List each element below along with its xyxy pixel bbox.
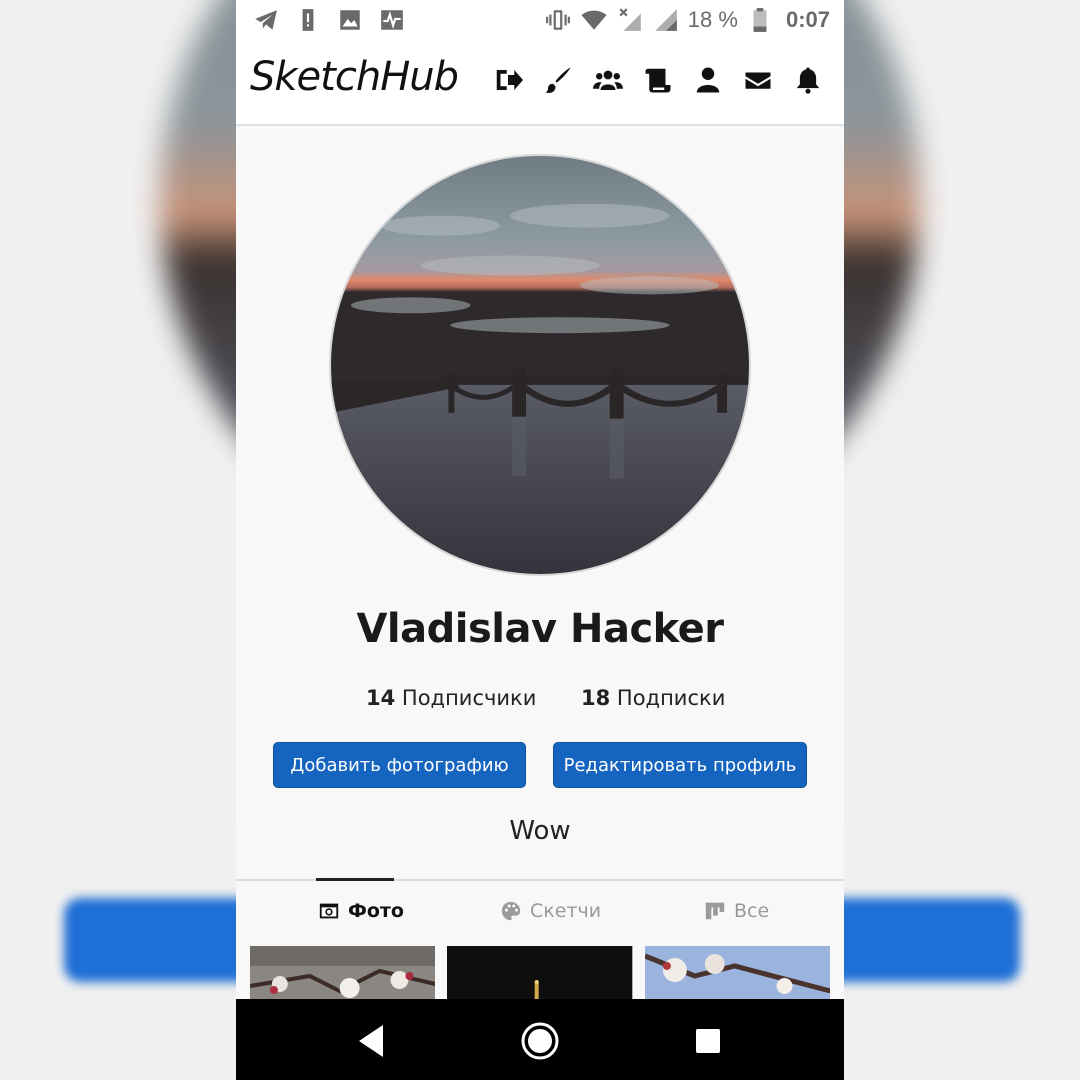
- alert-icon: [294, 6, 322, 34]
- app-logo[interactable]: SketchHub: [250, 54, 459, 100]
- header-nav: [492, 64, 824, 96]
- scroll-icon[interactable]: [642, 64, 674, 96]
- status-clock: 0:07: [785, 7, 830, 32]
- following-label: Подписки: [616, 686, 726, 710]
- vibrate-icon: [544, 6, 572, 34]
- photo-grid: [250, 946, 830, 1000]
- bell-icon[interactable]: [792, 64, 824, 96]
- following-count: 18: [581, 686, 611, 710]
- telegram-icon: [252, 6, 280, 34]
- profile-stats: 14 Подписчики 18 Подписки: [236, 686, 844, 716]
- battery-icon: [746, 6, 774, 34]
- tab-all-label: Все: [734, 900, 770, 922]
- image-icon: [336, 6, 364, 34]
- brush-icon[interactable]: [542, 64, 574, 96]
- profile-avatar[interactable]: [329, 154, 751, 576]
- battery-percentage: 18 %: [687, 7, 738, 32]
- wifi-icon: [580, 6, 608, 34]
- home-icon[interactable]: [520, 1021, 560, 1061]
- profile-bio: Wow: [509, 816, 571, 846]
- edit-profile-button[interactable]: Редактировать профиль: [553, 742, 807, 788]
- user-icon[interactable]: [692, 64, 724, 96]
- users-icon[interactable]: [592, 64, 624, 96]
- tab-all[interactable]: Все: [704, 881, 769, 941]
- sign-out-icon[interactable]: [492, 64, 524, 96]
- tab-sketches-label: Скетчи: [530, 900, 602, 922]
- camera-icon: [319, 903, 339, 919]
- status-bar: 18 % 0:07: [236, 0, 844, 42]
- palette-icon: [501, 901, 521, 921]
- followers-label: Подписчики: [401, 686, 537, 710]
- signal-x-icon: [616, 6, 644, 34]
- activity-icon: [378, 6, 406, 34]
- android-nav-bar: [236, 999, 844, 1080]
- followers-count: 14: [366, 686, 396, 710]
- profile-name: Vladislav Hacker: [356, 606, 724, 652]
- envelope-icon[interactable]: [742, 64, 774, 96]
- grid-icon: [705, 902, 725, 920]
- following-stat[interactable]: 18 Подписки: [581, 686, 725, 710]
- app-header: SketchHub: [236, 42, 844, 126]
- tab-photos[interactable]: Фото: [316, 878, 404, 941]
- photo-thumbnail[interactable]: [644, 946, 830, 1000]
- add-photo-button[interactable]: Добавить фотографию: [273, 742, 526, 788]
- photo-thumbnail[interactable]: [250, 946, 436, 1000]
- tab-sketches[interactable]: Скетчи: [500, 881, 601, 941]
- signal-icon: [652, 6, 680, 34]
- content-tabs: Фото Скетчи Все: [236, 878, 844, 941]
- tab-photos-label: Фото: [348, 900, 404, 922]
- followers-stat[interactable]: 14 Подписчики: [366, 686, 536, 710]
- recents-icon[interactable]: [688, 1021, 728, 1061]
- photo-thumbnail[interactable]: [447, 946, 633, 1000]
- back-icon[interactable]: [353, 1021, 393, 1061]
- phone-screen: 18 % 0:07 SketchHub Vladislav Hacker 14 …: [236, 0, 844, 1080]
